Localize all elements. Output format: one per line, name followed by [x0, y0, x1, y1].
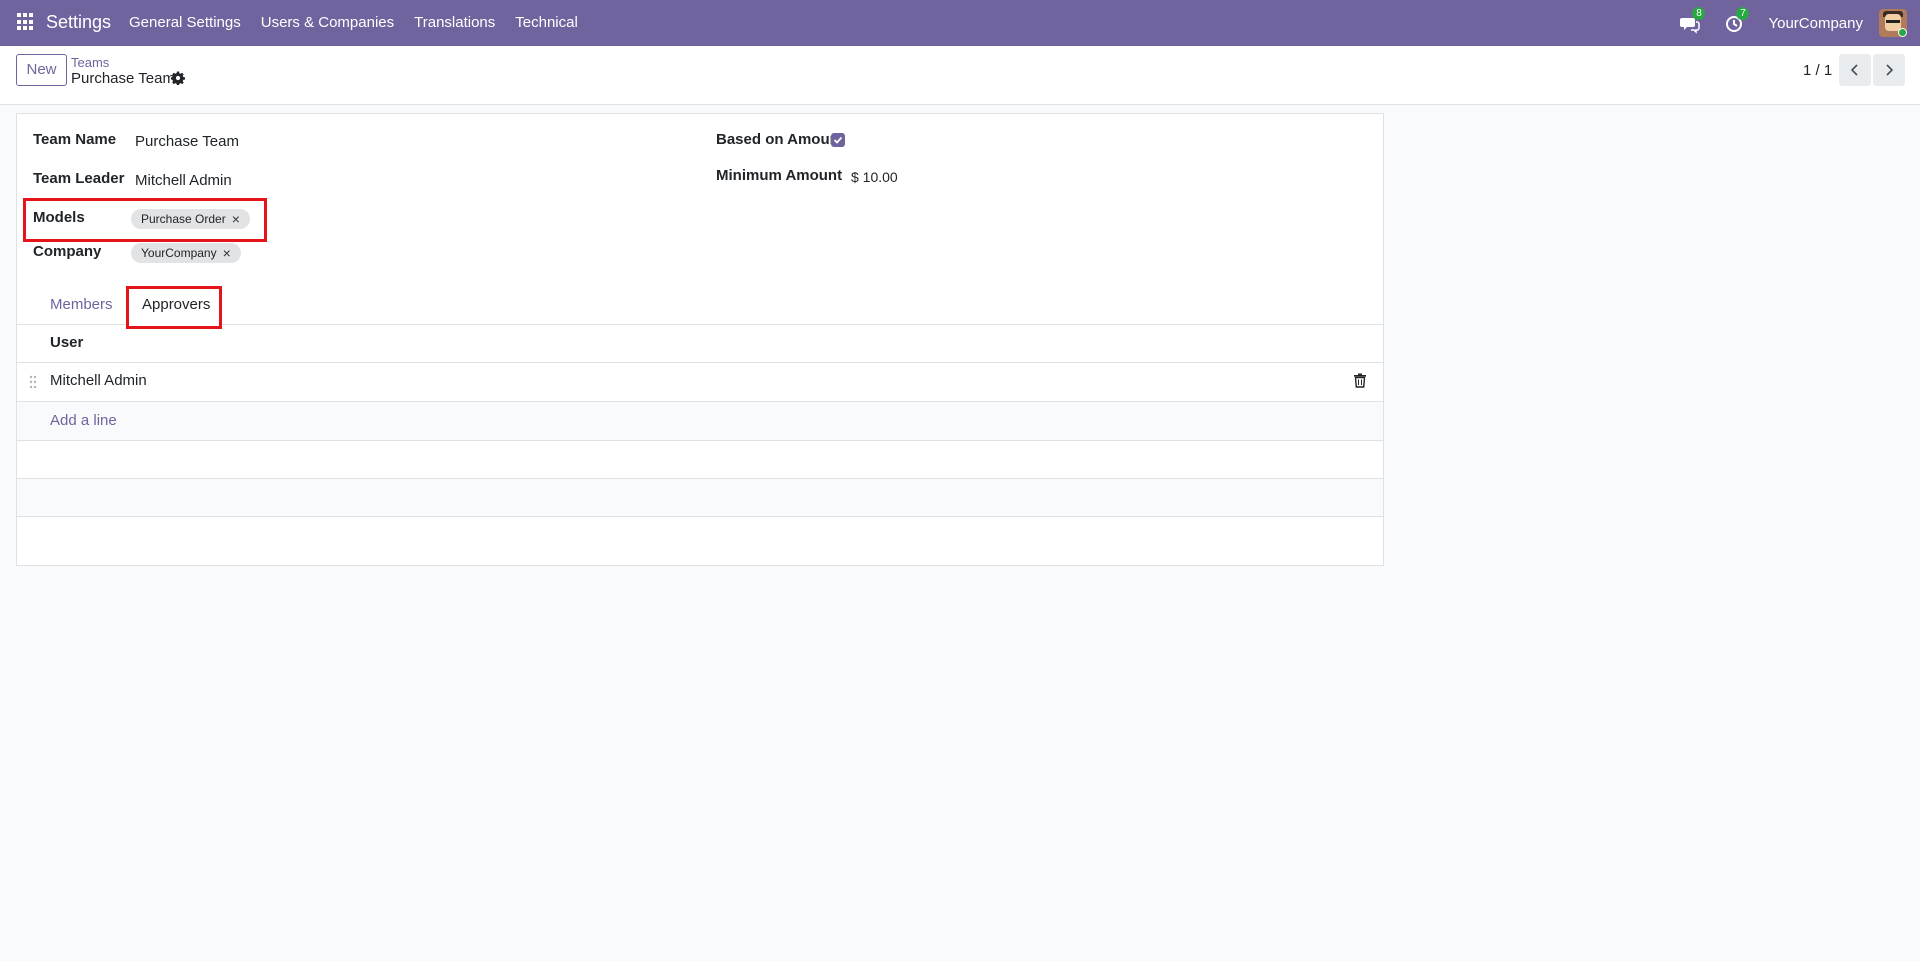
based-on-amount-label: Based on Amount — [716, 131, 844, 148]
pager-next-button[interactable] — [1873, 54, 1905, 86]
pager-value[interactable]: 1 / 1 — [1803, 62, 1832, 79]
trash-icon[interactable] — [1353, 373, 1367, 388]
add-line-row — [17, 402, 1383, 440]
team-leader-label: Team Leader — [33, 170, 125, 187]
menu-technical[interactable]: Technical — [515, 14, 578, 31]
row-divider — [16, 440, 1384, 441]
empty-row — [17, 479, 1383, 516]
team-name-label: Team Name — [33, 131, 117, 148]
team-name-field[interactable]: Purchase Team — [135, 133, 239, 150]
breadcrumb-teams[interactable]: Teams — [71, 55, 109, 70]
messages-icon[interactable]: 8 — [1680, 7, 1706, 34]
gear-icon[interactable] — [171, 71, 185, 85]
new-button[interactable]: New — [16, 54, 67, 86]
chevron-left-icon — [1850, 64, 1858, 76]
company-tag[interactable]: YourCompany × — [131, 243, 241, 263]
team-leader-field[interactable]: Mitchell Admin — [135, 172, 232, 189]
company-tag-label: YourCompany — [141, 246, 217, 260]
activities-badge: 7 — [1736, 7, 1750, 20]
company-switcher[interactable]: YourCompany — [1768, 15, 1863, 32]
top-navbar: Settings General Settings Users & Compan… — [0, 0, 1920, 46]
minimum-amount-label: Minimum Amount — [716, 167, 843, 184]
check-icon — [833, 136, 843, 144]
control-panel: New Teams Purchase Team 1 / 1 — [0, 46, 1920, 105]
approver-user-cell[interactable]: Mitchell Admin — [50, 372, 147, 389]
chevron-right-icon — [1886, 64, 1894, 76]
menu-users-companies[interactable]: Users & Companies — [261, 14, 394, 31]
app-brand[interactable]: Settings — [46, 12, 111, 33]
remove-tag-icon[interactable]: × — [232, 211, 240, 227]
company-label: Company — [33, 243, 102, 260]
column-header-user[interactable]: User — [50, 334, 83, 351]
pager-previous-button[interactable] — [1839, 54, 1871, 86]
messages-badge: 8 — [1692, 7, 1706, 20]
activities-icon[interactable]: 7 — [1724, 7, 1750, 34]
user-avatar[interactable] — [1879, 9, 1907, 37]
menu-translations[interactable]: Translations — [414, 14, 495, 31]
apps-menu-icon[interactable] — [17, 13, 35, 31]
models-label: Models — [33, 209, 85, 226]
tab-approvers[interactable]: Approvers — [142, 296, 210, 313]
add-a-line-link[interactable]: Add a line — [50, 412, 117, 429]
main-menu: General Settings Users & Companies Trans… — [129, 14, 598, 31]
drag-handle-icon[interactable] — [29, 375, 37, 389]
breadcrumb-current: Purchase Team — [71, 70, 175, 87]
minimum-amount-field[interactable]: $ 10.00 — [851, 169, 898, 185]
based-on-amount-checkbox[interactable] — [831, 133, 845, 147]
row-divider — [16, 362, 1384, 363]
systray: 8 7 YourCompany — [1680, 0, 1920, 46]
menu-general-settings[interactable]: General Settings — [129, 14, 241, 31]
row-divider — [16, 516, 1384, 517]
models-tag-label: Purchase Order — [141, 212, 226, 226]
online-status-icon — [1898, 28, 1907, 37]
models-tag[interactable]: Purchase Order × — [131, 209, 250, 229]
tab-members[interactable]: Members — [50, 296, 113, 313]
remove-tag-icon[interactable]: × — [223, 245, 231, 261]
